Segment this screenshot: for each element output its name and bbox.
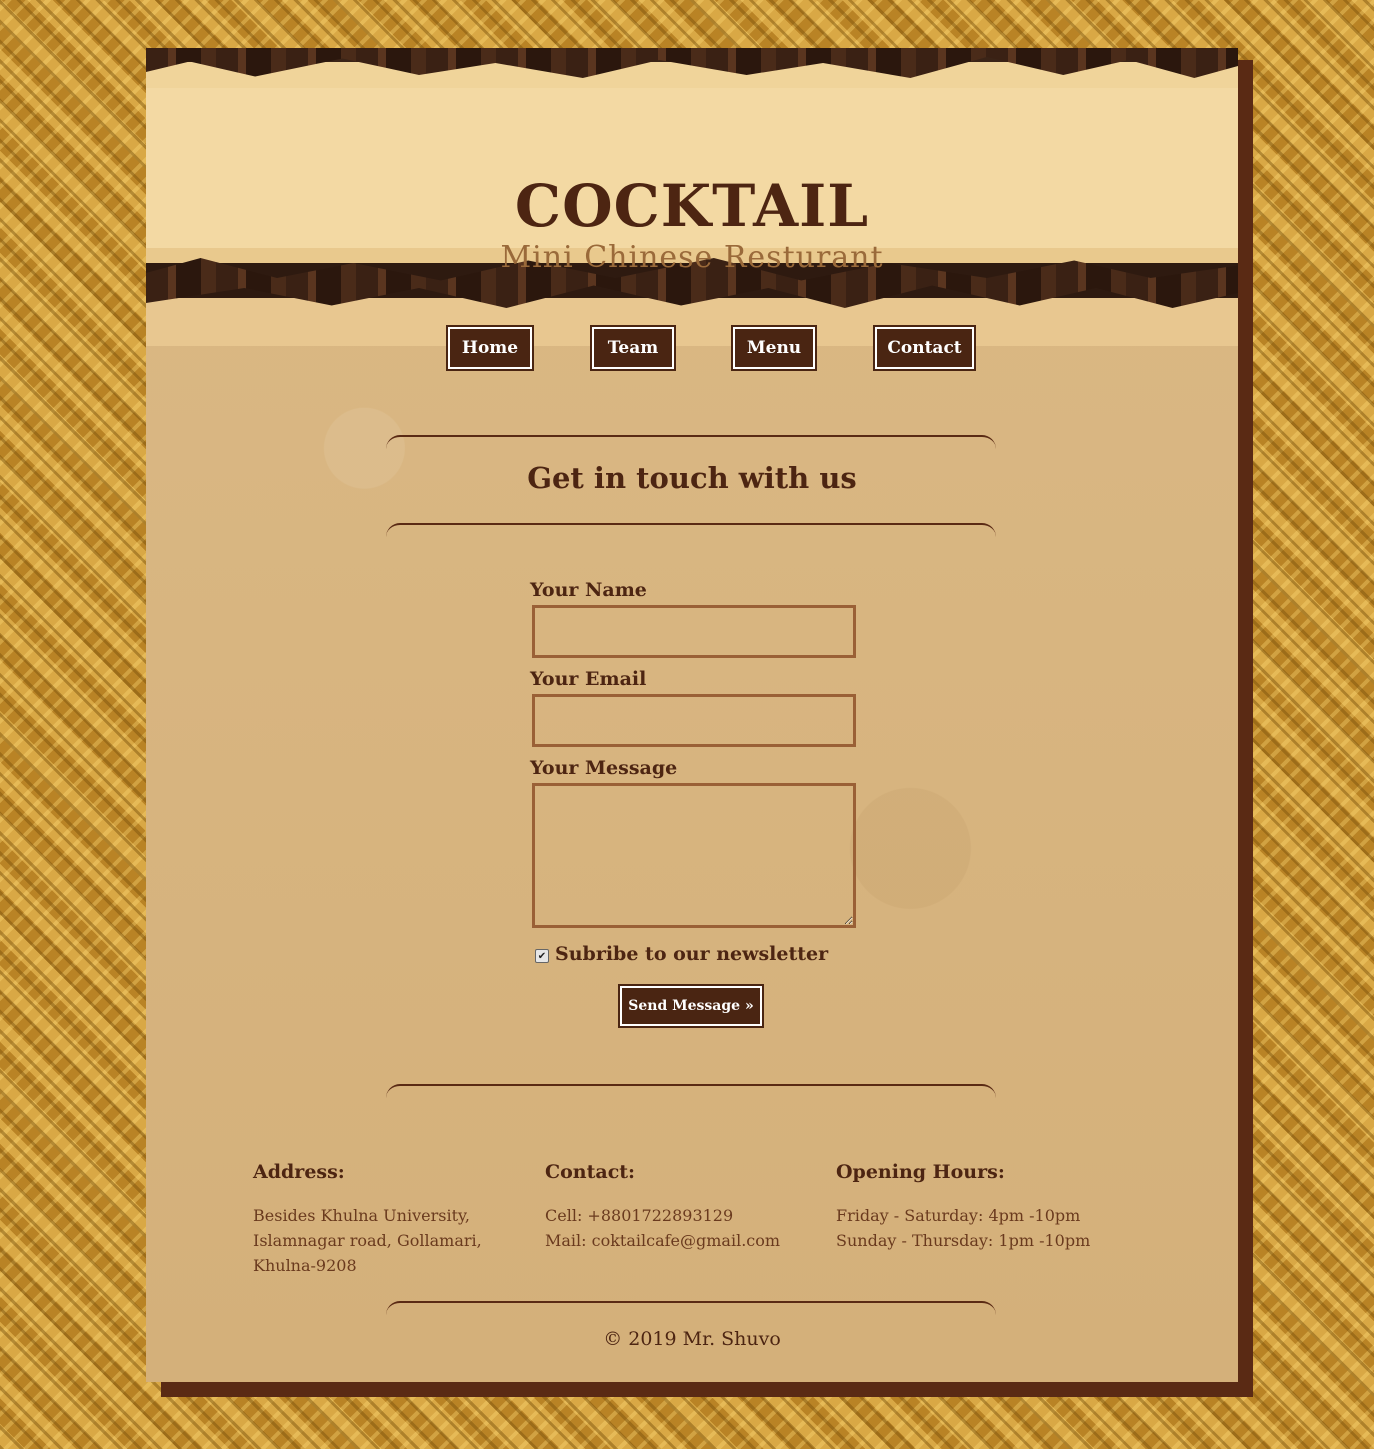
page-card: COCKTAIL Mini Chinese Resturant Home Tea… [146, 48, 1238, 1382]
divider-title [386, 523, 996, 537]
email-field[interactable] [532, 694, 856, 747]
hours-line: Friday - Saturday: 4pm -10pm [836, 1206, 1081, 1225]
divider-form-bottom [386, 1084, 996, 1098]
header-banner: COCKTAIL Mini Chinese Resturant [146, 48, 1238, 346]
newsletter-label: Subribe to our newsletter [555, 943, 829, 965]
nav-team[interactable]: Team [590, 325, 676, 371]
address-line: Besides Khulna University, [253, 1206, 470, 1225]
hours-heading: Opening Hours: [836, 1161, 1005, 1183]
message-label: Your Message [530, 757, 678, 779]
message-field[interactable] [532, 783, 856, 928]
name-label: Your Name [530, 579, 647, 601]
main-nav: Home Team Menu Contact [146, 325, 1238, 373]
divider-footer [386, 1301, 996, 1315]
contact-cell: Cell: +8801722893129 [545, 1206, 734, 1225]
contact-heading: Contact: [545, 1161, 636, 1183]
contact-text: Cell: +8801722893129 Mail: coktailcafe@g… [545, 1203, 780, 1253]
address-line: Khulna-9208 [253, 1256, 357, 1275]
email-label: Your Email [530, 668, 647, 690]
section-title: Get in touch with us [527, 461, 857, 495]
nav-home[interactable]: Home [446, 325, 534, 371]
brand-title: COCKTAIL [514, 172, 870, 240]
send-message-button[interactable]: Send Message » [618, 984, 764, 1028]
address-text: Besides Khulna University, Islamnagar ro… [253, 1203, 482, 1278]
hours-line: Sunday - Thursday: 1pm -10pm [836, 1231, 1091, 1250]
contact-mail: Mail: coktailcafe@gmail.com [545, 1231, 781, 1250]
address-line: Islamnagar road, Gollamari, [253, 1231, 482, 1250]
brand-subtitle: Mini Chinese Resturant [500, 240, 884, 275]
header-burn-top [146, 48, 1238, 78]
copyright: © 2019 Mr. Shuvo [603, 1328, 781, 1350]
newsletter-checkbox[interactable]: ✔ [535, 949, 549, 963]
hours-text: Friday - Saturday: 4pm -10pm Sunday - Th… [836, 1203, 1090, 1253]
nav-contact[interactable]: Contact [873, 325, 976, 371]
divider-top [386, 435, 996, 449]
nav-menu[interactable]: Menu [731, 325, 817, 371]
address-heading: Address: [253, 1161, 345, 1183]
name-field[interactable] [532, 605, 856, 658]
